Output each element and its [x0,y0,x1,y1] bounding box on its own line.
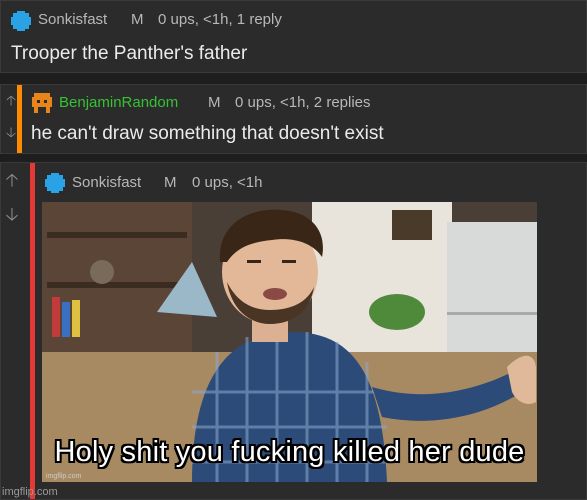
comment-meta: 0 ups, <1h, 1 reply [158,11,282,28]
imgflip-tiny-mark: imgflip.com [46,473,82,480]
meme-image[interactable]: Holy shit you fucking killed her dude im… [42,202,537,482]
comment-text: Trooper the Panther's father [11,43,248,64]
arrow-up-icon[interactable]: 🡡 [5,171,19,189]
username[interactable]: Sonkisfast [38,11,107,28]
comment-meta: 0 ups, <1h [192,174,263,191]
user-badge: M [164,174,177,191]
username[interactable]: BenjaminRandom [59,94,178,111]
user-badge: M [208,94,221,111]
vote-column: 🡡 🡣 [1,163,27,499]
arrow-up-icon[interactable]: 🡡 [4,93,18,107]
comment-meta: 0 ups, <1h, 2 replies [235,94,371,111]
comment-1: Sonkisfast M 0 ups, <1h, 1 reply Trooper… [0,0,587,73]
thread-bar [30,163,35,499]
arrow-down-icon[interactable]: 🡣 [5,205,19,223]
watermark: imgflip.com [2,486,58,498]
user-badge: M [131,11,144,28]
username[interactable]: Sonkisfast [72,174,141,191]
arrow-down-icon[interactable]: 🡣 [4,125,18,139]
avatar-benjaminrandom[interactable] [30,91,54,115]
comment-text: he can't draw something that doesn't exi… [31,123,384,144]
meme-caption: Holy shit you fucking killed her dude [54,436,525,468]
avatar-sonkisfast[interactable] [9,9,33,33]
avatar-sonkisfast[interactable] [43,171,67,195]
thread-bar [17,85,22,153]
comment-2: 🡡 🡣 BenjaminRandom M 0 ups, <1h, 2 repli… [0,84,587,154]
